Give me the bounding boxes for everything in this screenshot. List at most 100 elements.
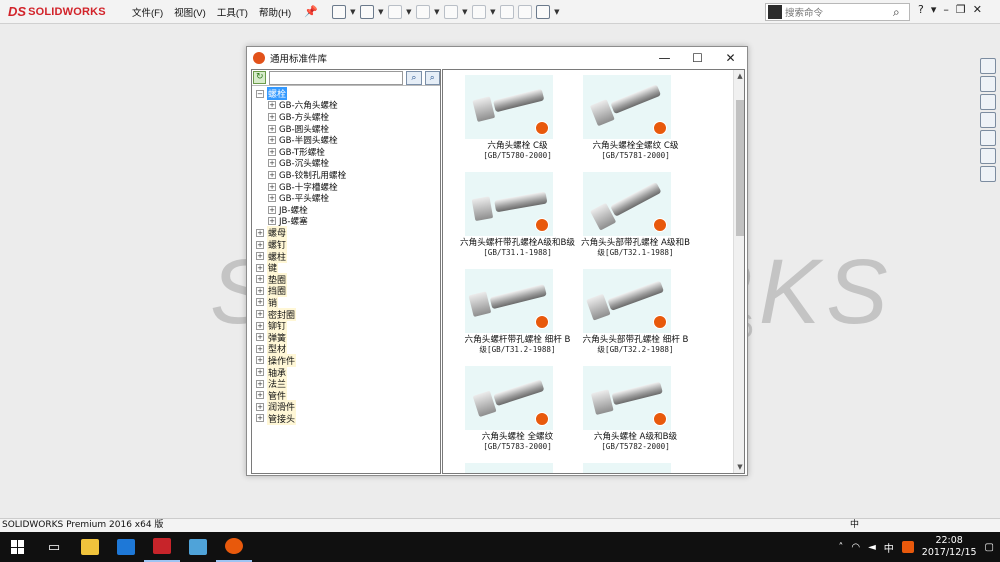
tree-node-label[interactable]: GB-T形螺栓 [279,146,325,158]
expand-icon[interactable]: + [256,321,264,330]
chevron-down-icon[interactable]: ▼ [462,8,468,16]
ime-indicator[interactable]: 中 [850,519,859,532]
menu-view[interactable]: 视图(V) [174,5,206,19]
custom-properties-icon[interactable] [980,148,996,164]
select-icon[interactable] [472,4,487,19]
expand-icon[interactable]: + [268,170,276,179]
expand-icon[interactable]: + [256,228,264,237]
tree-category-node[interactable]: + 螺柱 [256,249,440,263]
bolt-thumbnail[interactable] [583,463,671,473]
forum-icon[interactable] [980,166,996,182]
search-icon[interactable]: ⌕ [406,70,422,85]
collapse-icon[interactable]: − [256,89,264,98]
tree-category-node[interactable]: + 法兰 [256,377,440,391]
search-commands[interactable]: 搜索命令 ⌕ [765,3,910,21]
tree-node-label[interactable]: GB-十字槽螺栓 [279,181,338,193]
menu-help[interactable]: 帮助(H) [259,5,291,19]
open-file-icon[interactable] [360,4,375,19]
expand-icon[interactable]: + [268,159,276,168]
print-icon[interactable] [416,4,431,19]
file-explorer-taskbar-icon[interactable] [72,532,108,562]
expand-icon[interactable]: + [256,402,264,411]
chevron-down-icon[interactable]: ▼ [406,8,412,16]
tree-category-node[interactable]: + 管接头 [256,411,440,425]
maximize-button[interactable]: ☐ [681,51,714,65]
expand-icon[interactable]: + [256,275,264,284]
tree-node-label[interactable]: 管接头 [267,411,297,425]
tree-category-node[interactable]: + 铆钉 [256,319,440,333]
sogou-icon[interactable] [901,541,914,553]
clock[interactable]: 22:08 2017/12/15 [922,535,977,559]
tree-node-label[interactable]: GB-半圆头螺栓 [279,134,338,146]
tree-child-node[interactable]: + GB-十字槽螺栓 [256,181,440,193]
search-icon[interactable]: ⌕ [893,5,909,20]
tree-child-node[interactable]: + GB-六角头螺栓 [256,99,440,111]
appearance-icon[interactable] [980,130,996,146]
bolt-thumbnail[interactable] [465,366,553,430]
part-item[interactable]: 六角头头部带孔螺栓 A级和B 级[GB/T32.1-1988] [563,170,708,267]
tree-node-label[interactable]: 螺栓 [267,87,288,101]
minimize-button[interactable]: – [943,3,949,16]
edge-browser-icon[interactable] [108,532,144,562]
bolt-thumbnail[interactable] [583,269,671,333]
tree-category-node[interactable]: + 润滑件 [256,400,440,414]
chevron-down-icon[interactable]: ▼ [554,8,560,16]
tree-node-label[interactable]: GB-方头螺栓 [279,111,329,123]
expand-icon[interactable]: + [256,356,264,365]
folder-icon[interactable] [980,94,996,110]
bolt-thumbnail[interactable] [465,269,553,333]
scroll-up-icon[interactable]: ▲ [734,72,744,80]
expand-icon[interactable]: + [268,112,276,121]
tree-category-node[interactable]: + 挡圈 [256,284,440,298]
chevron-down-icon[interactable]: ▼ [378,8,384,16]
menu-file[interactable]: 文件(F) [132,5,163,19]
paint-taskbar-icon[interactable] [180,532,216,562]
rebuild-icon[interactable] [500,4,515,19]
start-button[interactable] [0,532,36,562]
bolt-thumbnail[interactable] [583,366,671,430]
file-explorer-icon[interactable] [980,112,996,128]
network-icon[interactable]: ◠ [851,542,860,553]
tree-child-node[interactable]: + GB-圆头螺栓 [256,123,440,135]
expand-icon[interactable]: + [256,252,264,261]
expand-icon[interactable]: + [256,310,264,319]
tree-child-node[interactable]: + GB-半圆头螺栓 [256,134,440,146]
tree-category-node[interactable]: + 键 [256,261,440,275]
search-input[interactable]: 搜索命令 [785,5,893,19]
tree-category-node[interactable]: + 管件 [256,388,440,402]
tree-search-input[interactable] [269,70,404,85]
tree-node-label[interactable]: GB-铰制孔用螺栓 [279,169,346,181]
tree-node-label[interactable]: GB-六角头螺栓 [279,99,338,111]
tree-node-label[interactable]: GB-沉头螺栓 [279,157,329,169]
bolt-thumbnail[interactable] [465,172,553,236]
expand-icon[interactable]: + [256,368,264,377]
expand-icon[interactable]: + [268,194,276,203]
ime-tray[interactable]: 中 [884,540,894,555]
solidworks-logo[interactable]: DS SOLIDWORKS [0,0,120,24]
tree-category-node[interactable]: + 销 [256,295,440,309]
expand-icon[interactable]: + [256,391,264,400]
expand-icon[interactable]: + [256,286,264,295]
search-next-icon[interactable]: ⌕ [424,70,440,85]
bolt-thumbnail[interactable] [465,75,553,139]
tree-category-node[interactable]: + 密封圈 [256,307,440,321]
solidworks-taskbar-icon[interactable] [144,532,180,562]
tree-node-label[interactable]: GB-平头螺栓 [279,192,329,204]
parts-library-taskbar-icon[interactable] [216,532,252,562]
tree-node-root[interactable]: − 螺栓 [256,87,440,101]
chevron-down-icon[interactable]: ▼ [350,8,356,16]
home-icon[interactable] [980,58,996,74]
menu-tools[interactable]: 工具(T) [217,5,248,19]
expand-icon[interactable]: + [268,147,276,156]
bolt-thumbnail[interactable] [583,75,671,139]
expand-icon[interactable]: + [256,333,264,342]
close-button[interactable]: ✕ [973,3,982,16]
resources-icon[interactable] [980,76,996,92]
tree-node-label[interactable]: GB-圆头螺栓 [279,123,329,135]
tree-category-node[interactable]: + 弹簧 [256,330,440,344]
tree-child-node[interactable]: + JB-螺塞 [256,216,440,227]
tree-category-node[interactable]: + 操作件 [256,353,440,367]
tree-child-node[interactable]: + GB-方头螺栓 [256,111,440,123]
expand-icon[interactable]: + [256,240,264,249]
minimize-button[interactable]: — [648,51,681,65]
